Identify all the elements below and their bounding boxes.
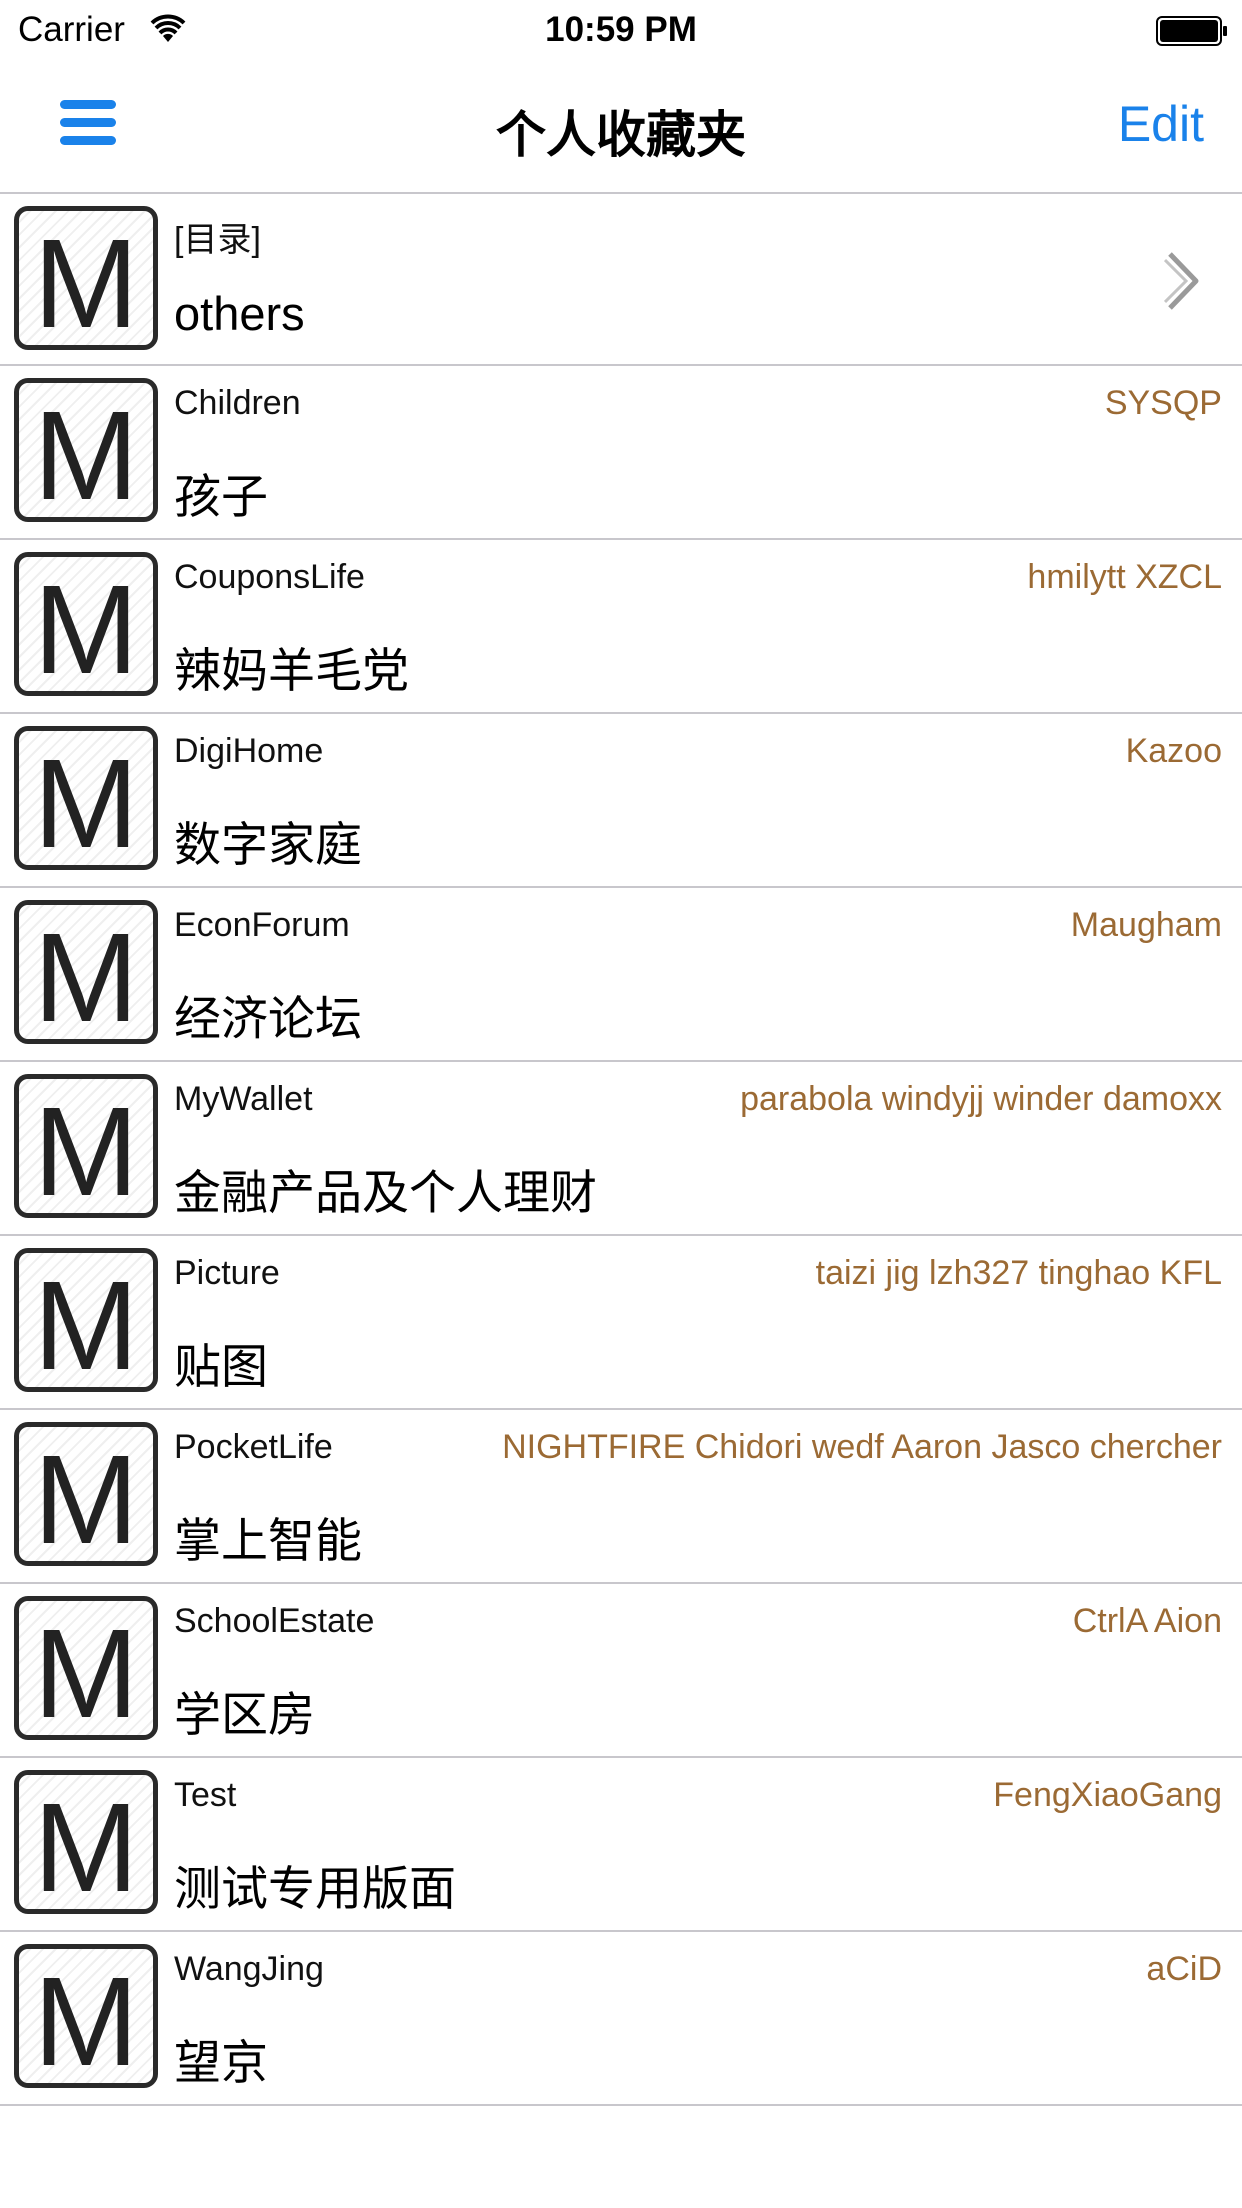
board-english-name: CouponsLife — [174, 558, 365, 596]
board-badge-icon: M — [14, 1944, 158, 2088]
board-moderators: NIGHTFIRE Chidori wedf Aaron Jasco cherc… — [502, 1428, 1222, 1466]
board-badge-icon: M — [14, 1770, 158, 1914]
status-bar: Carrier 10:59 PM — [0, 0, 1242, 60]
board-row[interactable]: M SchoolEstate CtrlA Aion 学区房 — [0, 1584, 1242, 1758]
board-english-name: PocketLife — [174, 1428, 333, 1466]
screen: Carrier 10:59 PM 个人收藏夹 Edit M [目录] other… — [0, 0, 1242, 2208]
board-badge-icon: M — [14, 1422, 158, 1566]
board-badge-icon: M — [14, 900, 158, 1044]
board-moderators: FengXiaoGang — [993, 1776, 1222, 1814]
board-row[interactable]: M Picture taizi jig lzh327 tinghao KFL 贴… — [0, 1236, 1242, 1410]
board-english-name: Children — [174, 384, 301, 422]
board-chinese-name: 数字家庭 — [174, 818, 362, 871]
board-english-name: Test — [174, 1776, 237, 1814]
board-badge-icon: M — [14, 552, 158, 696]
board-moderators: hmilytt XZCL — [1027, 558, 1222, 596]
board-chinese-name: 学区房 — [174, 1688, 315, 1741]
board-chinese-name: 孩子 — [174, 470, 268, 523]
board-row[interactable]: M Test FengXiaoGang 测试专用版面 — [0, 1758, 1242, 1932]
board-moderators: Kazoo — [1125, 732, 1222, 770]
board-chinese-name: 贴图 — [174, 1340, 268, 1393]
board-english-name: Picture — [174, 1254, 280, 1292]
board-moderators: Maugham — [1070, 906, 1222, 944]
battery-icon — [1156, 16, 1227, 46]
board-english-name: WangJing — [174, 1950, 324, 1988]
board-chinese-name: 辣妈羊毛党 — [174, 644, 409, 697]
board-badge-icon: M — [14, 1248, 158, 1392]
page-title: 个人收藏夹 — [496, 107, 746, 163]
board-badge-icon: M — [14, 206, 158, 350]
board-moderators: parabola windyjj winder damoxx — [740, 1080, 1222, 1118]
board-row[interactable]: M CouponsLife hmilytt XZCL 辣妈羊毛党 — [0, 540, 1242, 714]
board-moderators: CtrlA Aion — [1072, 1602, 1222, 1640]
board-badge-icon: M — [14, 726, 158, 870]
chevron-right-icon — [1164, 252, 1199, 310]
directory-tag: [目录] — [174, 221, 261, 259]
board-row[interactable]: M WangJing aCiD 望京 — [0, 1932, 1242, 2106]
clock: 10:59 PM — [545, 10, 697, 49]
board-moderators: taizi jig lzh327 tinghao KFL — [815, 1254, 1222, 1292]
edit-button[interactable]: Edit — [1118, 95, 1204, 153]
board-badge-icon: M — [14, 378, 158, 522]
board-badge-icon: M — [14, 1074, 158, 1218]
navigation-bar: 个人收藏夹 Edit — [0, 60, 1242, 194]
board-badge-icon: M — [14, 1596, 158, 1740]
board-row[interactable]: M DigiHome Kazoo 数字家庭 — [0, 714, 1242, 888]
board-row[interactable]: M Children SYSQP 孩子 — [0, 366, 1242, 540]
board-english-name: SchoolEstate — [174, 1602, 375, 1640]
board-chinese-name: 测试专用版面 — [174, 1862, 456, 1915]
board-moderators: SYSQP — [1104, 384, 1222, 422]
board-row[interactable]: M MyWallet parabola windyjj winder damox… — [0, 1062, 1242, 1236]
board-chinese-name: 望京 — [174, 2036, 268, 2089]
favorites-list: M [目录] others M Children SYSQP 孩子 M Coup… — [0, 194, 1242, 2106]
board-moderators: aCiD — [1146, 1950, 1222, 1988]
board-english-name: MyWallet — [174, 1080, 313, 1118]
directory-name: others — [174, 287, 305, 340]
board-chinese-name: 经济论坛 — [174, 992, 362, 1045]
board-row[interactable]: M EconForum Maugham 经济论坛 — [0, 888, 1242, 1062]
board-english-name: EconForum — [174, 906, 350, 944]
board-row[interactable]: M PocketLife NIGHTFIRE Chidori wedf Aaro… — [0, 1410, 1242, 1584]
board-english-name: DigiHome — [174, 732, 324, 770]
board-chinese-name: 掌上智能 — [174, 1514, 362, 1567]
board-chinese-name: 金融产品及个人理财 — [174, 1166, 597, 1219]
directory-row-others[interactable]: M [目录] others — [0, 194, 1242, 366]
